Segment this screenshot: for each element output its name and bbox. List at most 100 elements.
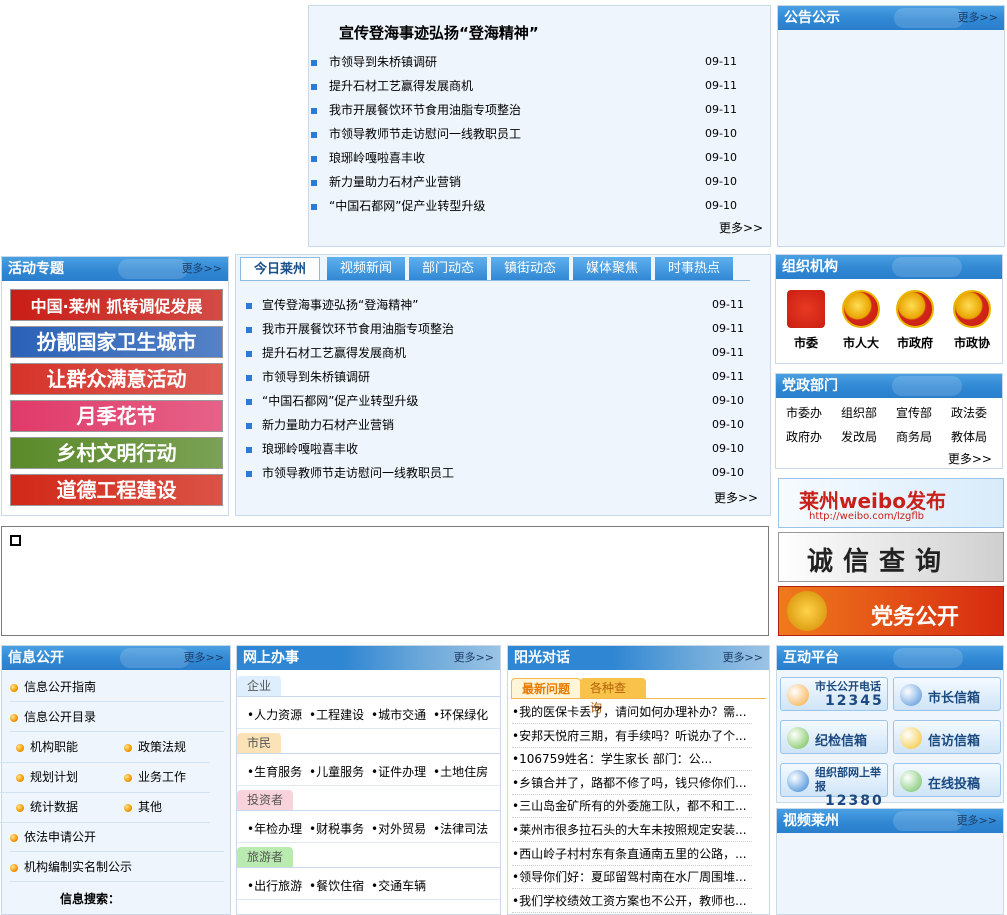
info-category-link[interactable]: 统计数据	[16, 798, 116, 822]
service-link[interactable]: •出行旅游	[247, 877, 302, 894]
info-category-link[interactable]: 其他	[124, 798, 224, 822]
service-link[interactable]: •对外贸易	[371, 820, 426, 837]
service-link[interactable]: •生育服务	[247, 763, 302, 780]
info-category-link[interactable]: 政策法规	[124, 738, 224, 762]
activity-banner[interactable]: 道德工程建设	[10, 474, 223, 506]
tab-3[interactable]: 镇街动态	[491, 257, 569, 281]
service-link[interactable]: •人力资源	[247, 706, 302, 723]
dialogue-item[interactable]: •106759姓名：学生家长 部门：公...	[512, 747, 752, 772]
org-item[interactable]: 市人大	[839, 290, 883, 351]
tab-queries[interactable]: 各种查询	[580, 678, 646, 715]
dialogue-item[interactable]: •西山岭子村村东有条直通南五里的公路，...	[512, 842, 752, 866]
news-item[interactable]: 我市开展餐饮环节食用油脂专项整治 09-11	[246, 317, 744, 341]
tab-latest-questions[interactable]: 最新问题	[511, 678, 582, 698]
interactive-button[interactable]: 纪检信箱	[780, 720, 888, 754]
tab-0[interactable]: 今日莱州	[240, 257, 320, 281]
dept-link[interactable]: 教体局	[951, 428, 987, 445]
org-item[interactable]: 市委	[784, 290, 828, 351]
dept-link[interactable]: 政府办	[786, 428, 822, 445]
interactive-button[interactable]: 市长公开电话 12345	[780, 677, 888, 711]
media-box[interactable]	[1, 526, 769, 636]
tabbed-news-more[interactable]: 更多>>	[714, 489, 758, 506]
service-group-tab[interactable]: 企业	[237, 676, 282, 696]
org-item[interactable]: 市政协	[950, 290, 994, 351]
dept-link[interactable]: 宣传部	[896, 404, 932, 421]
activity-banner[interactable]: 扮靓国家卫生城市	[10, 326, 223, 358]
news-item[interactable]: 市领导教师节走访慰问一线教职员工 09-10	[246, 461, 744, 485]
info-open-more[interactable]: 更多>>	[184, 646, 224, 670]
news-item[interactable]: “中国石都网”促产业转型升级 09-10	[311, 194, 737, 218]
service-link[interactable]: •儿童服务	[309, 763, 364, 780]
tab-2[interactable]: 部门动态	[409, 257, 487, 281]
interactive-button[interactable]: 信访信箱	[893, 720, 1001, 754]
info-guide-link[interactable]: 信息公开指南	[10, 678, 224, 702]
activity-banner[interactable]: 中国·莱州 抓转调促发展	[10, 289, 223, 321]
service-group-tab[interactable]: 旅游者	[237, 847, 294, 867]
service-link[interactable]: •财税事务	[309, 820, 364, 837]
service-link[interactable]: •餐饮住宿	[309, 877, 364, 894]
news-item[interactable]: 市领导到朱桥镇调研 09-11	[246, 365, 744, 389]
interactive-button[interactable]: 市长信箱	[893, 677, 1001, 711]
service-link[interactable]: •证件办理	[371, 763, 426, 780]
news-item[interactable]: “中国石都网”促产业转型升级 09-10	[246, 389, 744, 413]
news-item[interactable]: 琅琊岭嘎啦喜丰收 09-10	[246, 437, 744, 461]
service-group-tab[interactable]: 市民	[237, 733, 282, 753]
news-item[interactable]: 市领导到朱桥镇调研 09-11	[311, 50, 737, 74]
online-more[interactable]: 更多>>	[454, 646, 494, 670]
service-link[interactable]: •交通车辆	[371, 877, 426, 894]
news-item[interactable]: 新力量助力石材产业营销 09-10	[311, 170, 737, 194]
service-link[interactable]: •法律司法	[433, 820, 488, 837]
info-category-link[interactable]: 规划计划	[16, 768, 116, 792]
weibo-banner[interactable]: 莱州weibo发布 http://weibo.com/lzgflb	[778, 478, 1004, 528]
activity-banner[interactable]: 月季花节	[10, 400, 223, 432]
depts-more[interactable]: 更多>>	[948, 450, 992, 467]
dept-link[interactable]: 商务局	[896, 428, 932, 445]
interactive-button[interactable]: 组织部网上举报 12380	[780, 763, 888, 808]
service-link[interactable]: •年检办理	[247, 820, 302, 837]
info-category-link[interactable]: 业务工作	[124, 768, 224, 792]
news-item[interactable]: 市领导教师节走访慰问一线教职员工 09-10	[311, 122, 737, 146]
dialogue-item[interactable]: •我的医保卡丢了，请问如何办理补办？需...	[512, 700, 752, 724]
info-catalog-link[interactable]: 信息公开目录	[10, 708, 224, 732]
interactive-button[interactable]: 在线投稿	[893, 763, 1001, 797]
dialogue-item[interactable]: •莱州市很多拉石头的大车未按照规定安装...	[512, 818, 752, 842]
news-item[interactable]: 琅琊岭嘎啦喜丰收 09-10	[311, 146, 737, 170]
activities-more[interactable]: 更多>>	[182, 257, 222, 281]
notice-more[interactable]: 更多>>	[958, 6, 998, 30]
info-category-link[interactable]: 机构职能	[16, 738, 116, 762]
top-news-more[interactable]: 更多>>	[719, 219, 763, 236]
activity-banner[interactable]: 乡村文明行动	[10, 437, 223, 469]
service-link[interactable]: •土地住房	[433, 763, 488, 780]
tab-1[interactable]: 视频新闻	[327, 257, 405, 281]
tab-4[interactable]: 媒体聚焦	[573, 257, 651, 281]
dialogue-item[interactable]: •三山岛金矿所有的外委施工队，都不和工...	[512, 794, 752, 819]
video-more[interactable]: 更多>>	[957, 809, 997, 833]
tab-5[interactable]: 时事热点	[655, 257, 733, 281]
dept-link[interactable]: 市委办	[786, 404, 822, 421]
envelope-icon	[787, 727, 809, 749]
service-link[interactable]: •城市交通	[371, 706, 426, 723]
news-item[interactable]: 宣传登海事迹弘扬“登海精神” 09-11	[246, 293, 744, 317]
info-apply-link[interactable]: 依法申请公开	[10, 828, 224, 852]
dialogue-item[interactable]: •我们学校绩效工资方案也不公开，教师也...	[512, 889, 752, 913]
dialogue-item[interactable]: •安邦天悦府三期，有手续吗？听说办了个...	[512, 724, 752, 748]
dept-link[interactable]: 组织部	[841, 404, 877, 421]
dialogue-item[interactable]: •乡镇合并了，路都不修了吗，钱只修你们...	[512, 771, 752, 795]
dialogue-item[interactable]: •领导你们好：夏邱留驾村南在水厂周围堆...	[512, 865, 752, 890]
org-item[interactable]: 市政府	[893, 290, 937, 351]
service-group-tab[interactable]: 投资者	[237, 790, 294, 810]
top-news-title[interactable]: 宣传登海事迹弘扬“登海精神”	[339, 22, 539, 43]
service-link[interactable]: •环保绿化	[433, 706, 488, 723]
activity-banner[interactable]: 让群众满意活动	[10, 363, 223, 395]
dept-link[interactable]: 政法委	[951, 404, 987, 421]
dept-link[interactable]: 发改局	[841, 428, 877, 445]
info-staff-link[interactable]: 机构编制实名制公示	[10, 858, 224, 882]
news-item[interactable]: 新力量助力石材产业营销 09-10	[246, 413, 744, 437]
news-item[interactable]: 我市开展餐饮环节食用油脂专项整治 09-11	[311, 98, 737, 122]
news-item[interactable]: 提升石材工艺赢得发展商机 09-11	[311, 74, 737, 98]
service-link[interactable]: •工程建设	[309, 706, 364, 723]
news-item[interactable]: 提升石材工艺赢得发展商机 09-11	[246, 341, 744, 365]
credit-query-banner[interactable]: 诚信查询	[778, 532, 1004, 582]
sunshine-more[interactable]: 更多>>	[723, 646, 763, 670]
party-affairs-banner[interactable]: 党务公开	[778, 586, 1004, 636]
